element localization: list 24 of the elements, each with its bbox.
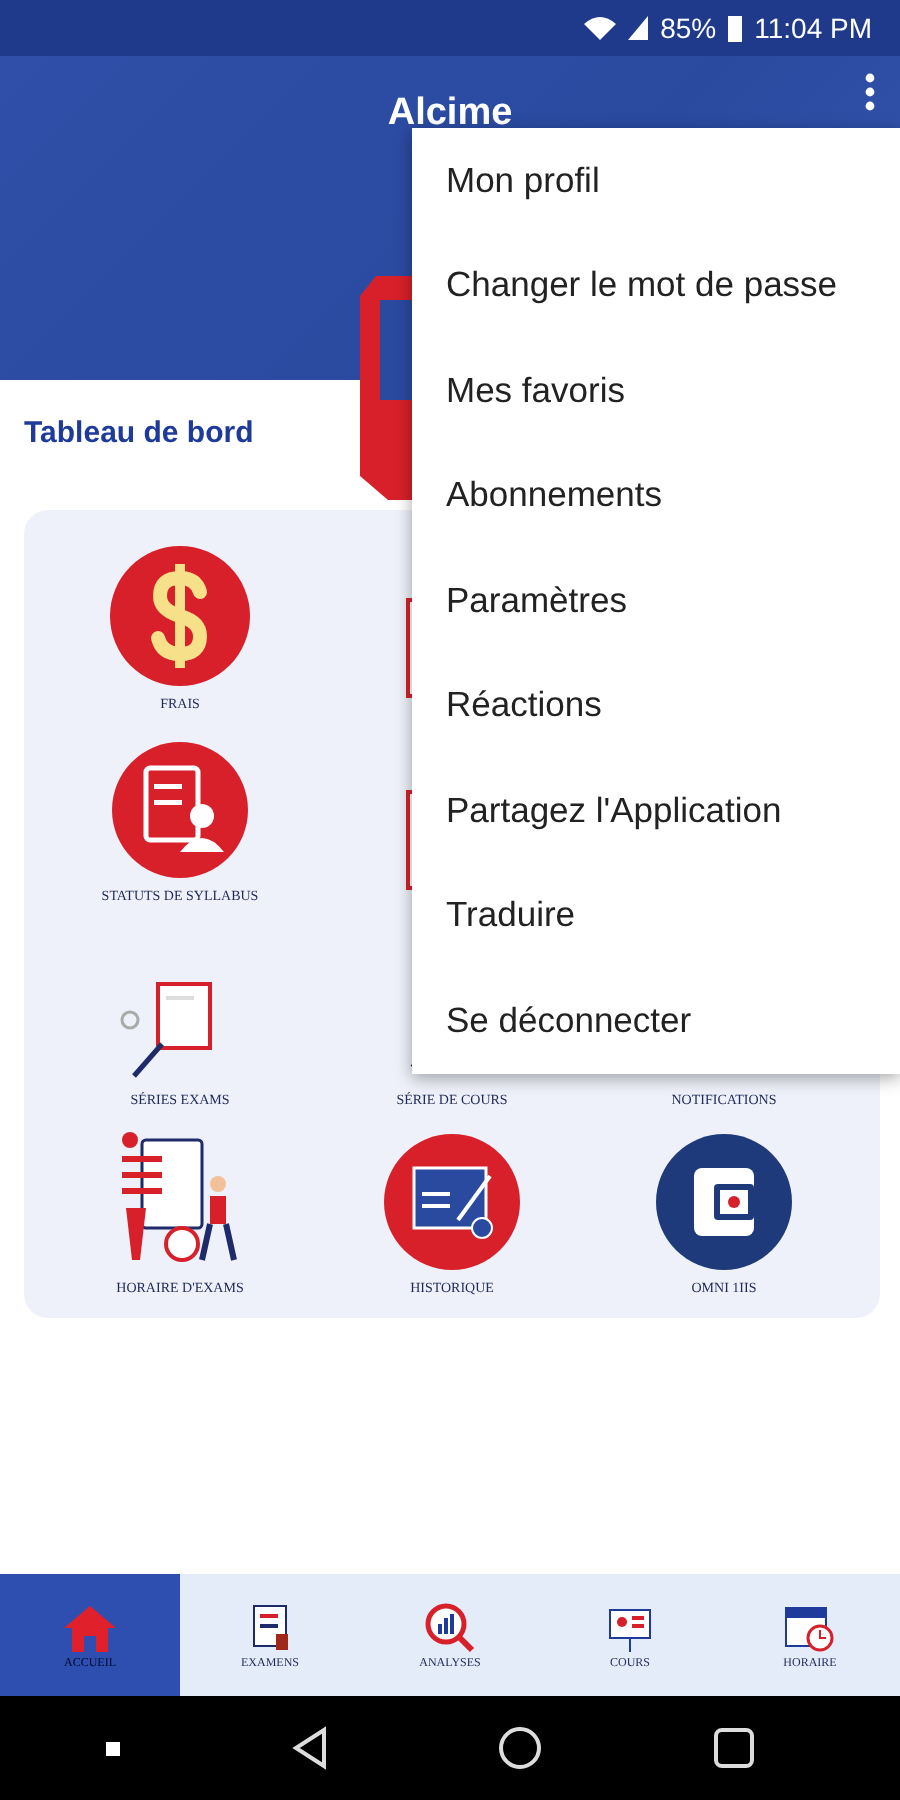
battery-percent: 85% [660,12,717,44]
signal-icon [628,16,649,40]
menu-item[interactable]: Partagez l'Application [412,758,900,863]
recents-icon[interactable] [714,1728,755,1768]
battery-icon [728,15,743,41]
more-options-icon[interactable] [864,72,876,112]
section-title: Tableau de bord [24,416,254,450]
menu-item[interactable]: Réactions [412,653,900,758]
calendar-clock-icon [782,1601,838,1653]
home-icon [60,1601,120,1653]
search-chart-icon [422,1601,478,1653]
menu-item[interactable]: Se déconnecter [412,968,900,1073]
menu-item[interactable]: Traduire [412,863,900,968]
menu-item[interactable]: Abonnements [412,443,900,548]
home-button-icon[interactable] [498,1726,543,1770]
dollar-icon [108,544,252,688]
clock-time: 11:04 PM [754,12,872,44]
clipboard-person-icon [110,740,250,880]
exam-sheet-icon [382,1132,522,1272]
menu-item[interactable]: Changer le mot de passe [412,233,900,338]
back-icon[interactable] [291,1726,328,1770]
menu-item[interactable]: Paramètres [412,548,900,653]
wallet-icon [654,1132,794,1272]
menu-item[interactable]: Mes favoris [412,338,900,443]
